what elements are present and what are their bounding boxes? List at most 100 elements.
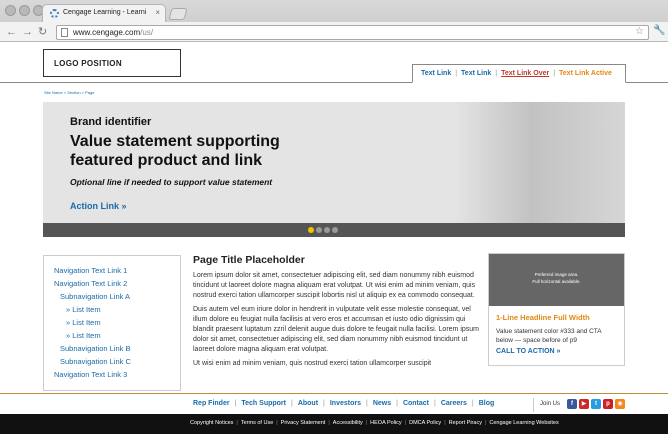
cengage-favicon-icon: [50, 9, 59, 18]
main-content: Page Title Placeholder Lorem ipsum dolor…: [193, 254, 479, 372]
footer-link-tech-support[interactable]: Tech Support: [241, 400, 286, 407]
legal-separator: |: [404, 420, 407, 426]
promo-headline: 1-Line Headline Full Width: [496, 313, 590, 322]
util-link-active[interactable]: Text Link Active: [559, 70, 612, 77]
browser-window: Cengage Learning - Learni × ← → ↻ www.ce…: [0, 0, 668, 434]
legal-separator: |: [328, 420, 330, 426]
address-bar[interactable]: www.cengage.com/us/ ☆: [56, 25, 649, 40]
web-page: LOGO POSITION Text Link | Text Link | Text L…: [0, 43, 668, 434]
new-tab-button[interactable]: [168, 8, 188, 20]
legal-separator: |: [365, 420, 368, 426]
legal-separator: |: [484, 420, 487, 426]
facebook-icon[interactable]: f: [567, 399, 577, 409]
tab-title: Cengage Learning - Learni: [63, 9, 147, 16]
util-separator: |: [455, 70, 458, 77]
social-links: Join Us f ▶ t p ◉: [533, 398, 625, 412]
footer-links: Rep Finder | Tech Support | About | Investors |…: [193, 400, 494, 407]
util-link-1[interactable]: Text Link: [421, 70, 451, 77]
body-paragraph: Lorem ipsum dolor sit amet, consectetuer…: [193, 272, 476, 300]
sidenav-link[interactable]: Navigation Text Link 1: [44, 264, 180, 277]
util-link-2[interactable]: Text Link: [461, 70, 491, 77]
hero-banner: Brand identifier Value statement support…: [43, 102, 625, 223]
body-paragraph: Ut wisi enim ad minim veniam, quis nostr…: [193, 359, 432, 367]
page-title: Page Title Placeholder: [193, 254, 305, 266]
hero-action-link[interactable]: Action Link »: [70, 201, 127, 211]
legal-link[interactable]: Cengage Learning Websites: [489, 420, 558, 426]
promo-cta-link[interactable]: CALL TO ACTION »: [496, 348, 624, 355]
footer-link-careers[interactable]: Careers: [441, 400, 467, 407]
tab-bar: Cengage Learning - Learni ×: [0, 0, 668, 22]
legal-separator: |: [236, 420, 238, 426]
hero-optional-line: Optional line if needed to support value…: [70, 177, 273, 187]
browser-tab[interactable]: Cengage Learning - Learni ×: [42, 4, 166, 22]
hero-image-area: [455, 102, 625, 223]
legal-bar: Copyright Notices | Terms of Use | Privacy S…: [0, 414, 668, 434]
forward-arrow-icon[interactable]: →: [22, 25, 33, 39]
sidenav-list-item[interactable]: » List Item: [44, 316, 180, 329]
url-path: /us/: [140, 28, 154, 37]
rss-icon[interactable]: ◉: [615, 399, 625, 409]
footer-link-investors[interactable]: Investors: [330, 400, 361, 407]
join-us-label: Join Us: [540, 401, 561, 407]
footer-link-news[interactable]: News: [373, 400, 391, 407]
promo-image-placeholder: Preferred image area. Full horizontal av…: [489, 254, 624, 306]
utility-nav: Text Link | Text Link | Text Link Over | Text …: [412, 64, 626, 83]
carousel-dot[interactable]: [324, 227, 330, 233]
close-window-button[interactable]: [5, 5, 16, 16]
footer-link-contact[interactable]: Contact: [403, 400, 429, 407]
legal-separator: |: [444, 420, 446, 426]
browser-toolbar: ← → ↻ www.cengage.com/us/ ☆ 🔧: [0, 22, 668, 42]
wrench-icon[interactable]: 🔧: [653, 25, 665, 36]
footer-separator: |: [365, 400, 368, 407]
logo-placeholder[interactable]: LOGO POSITION: [43, 49, 181, 77]
twitter-icon[interactable]: t: [591, 399, 601, 409]
promo-image-text: Full horizontal available.: [532, 279, 581, 284]
footer-separator: |: [234, 400, 237, 407]
sidenav-sublink[interactable]: Subnavigation Link A: [44, 290, 180, 303]
minimize-window-button[interactable]: [19, 5, 30, 16]
legal-link[interactable]: Copyright Notices: [190, 420, 233, 426]
legal-link[interactable]: HEOA Policy: [370, 420, 401, 426]
youtube-icon[interactable]: ▶: [579, 399, 589, 409]
hero-title: Value statement supporting featured prod…: [70, 133, 280, 169]
back-arrow-icon[interactable]: ←: [6, 25, 17, 39]
sidenav-sublink[interactable]: Subnavigation Link B: [44, 342, 180, 355]
pinterest-icon[interactable]: p: [603, 399, 613, 409]
footer-link-blog[interactable]: Blog: [479, 400, 495, 407]
body-paragraph: Duis autem vel eum iriure dolor in hendr…: [193, 305, 479, 354]
util-link-over[interactable]: Text Link Over: [501, 70, 549, 77]
sidenav-sublink[interactable]: Subnavigation Link C: [44, 355, 180, 368]
legal-link[interactable]: Privacy Statement: [281, 420, 326, 426]
footer-separator: |: [434, 400, 436, 407]
url-host: www.cengage.com: [73, 28, 141, 37]
page-icon: [61, 28, 68, 37]
carousel-dot[interactable]: [316, 227, 322, 233]
util-separator: |: [553, 70, 556, 77]
sidenav-list-item[interactable]: » List Item: [44, 303, 180, 316]
sidenav-link[interactable]: Navigation Text Link 3: [44, 368, 180, 381]
footer-separator: |: [471, 400, 474, 407]
footer-divider: [0, 393, 668, 394]
hero-brand: Brand identifier: [70, 116, 152, 128]
carousel-dot[interactable]: [332, 227, 338, 233]
bookmark-star-icon[interactable]: ☆: [635, 26, 644, 37]
legal-link[interactable]: Terms of Use: [241, 420, 273, 426]
footer-separator: |: [323, 400, 325, 407]
promo-text: Value statement color #333 and CTA below…: [496, 328, 602, 344]
util-separator: |: [495, 70, 498, 77]
footer-separator: |: [290, 400, 293, 407]
sidenav-list-item[interactable]: » List Item: [44, 329, 180, 342]
promo-image-text: Preferred image area.: [534, 272, 579, 277]
footer-link-rep-finder[interactable]: Rep Finder: [193, 400, 230, 407]
legal-link[interactable]: Report Piracy: [449, 420, 482, 426]
carousel-dot[interactable]: [308, 227, 314, 233]
reload-icon[interactable]: ↻: [38, 25, 47, 39]
sidenav-link[interactable]: Navigation Text Link 2: [44, 277, 180, 290]
tab-close-icon[interactable]: ×: [155, 8, 160, 17]
side-navigation: Navigation Text Link 1 Navigation Text Li…: [43, 255, 181, 391]
legal-separator: |: [276, 420, 278, 426]
legal-link[interactable]: DMCA Policy: [409, 420, 441, 426]
legal-link[interactable]: Accessibility: [333, 420, 363, 426]
breadcrumb[interactable]: Site Name > Section > Page: [44, 90, 94, 95]
footer-link-about[interactable]: About: [298, 400, 318, 407]
